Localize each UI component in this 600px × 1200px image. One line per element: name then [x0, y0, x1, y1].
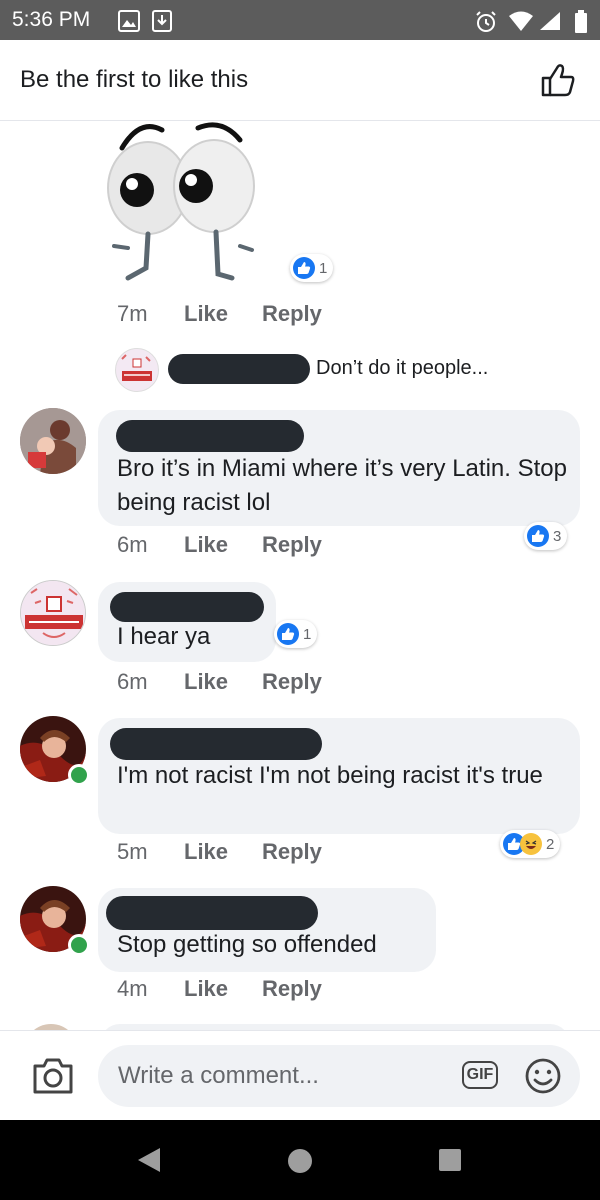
googly-eyes-sticker	[107, 122, 255, 281]
like-button[interactable]: Like	[184, 839, 228, 865]
page-title: Be the first to like this	[20, 66, 249, 93]
redacted-name	[106, 896, 318, 930]
reply-preview-text[interactable]: Don’t do it people...	[316, 357, 488, 380]
comment-time: 4m	[117, 976, 148, 1001]
reaction-badge[interactable]: 1	[290, 254, 334, 282]
reply-button[interactable]: Reply	[262, 976, 322, 1002]
reply-button[interactable]: Reply	[262, 301, 322, 327]
comment-time: 7m	[117, 301, 148, 326]
comment-placeholder: Write a comment...	[118, 1062, 319, 1089]
home-icon[interactable]	[287, 1148, 313, 1174]
battery-icon	[575, 10, 587, 33]
avatar[interactable]	[20, 408, 86, 474]
wifi-icon	[509, 11, 533, 31]
comment-time: 6m	[117, 532, 148, 557]
image-icon	[118, 10, 140, 32]
reaction-count: 1	[303, 625, 312, 643]
comment-text: I hear ya	[117, 623, 211, 650]
thumbs-up-icon[interactable]	[540, 62, 576, 98]
status-bar: 5:36 PM	[0, 0, 600, 40]
like-button[interactable]: Like	[184, 669, 228, 695]
redacted-name	[110, 728, 322, 760]
reply-button[interactable]: Reply	[262, 532, 322, 558]
reaction-badge[interactable]: 1	[274, 620, 318, 648]
reaction-count: 3	[553, 527, 562, 545]
reply-button[interactable]: Reply	[262, 669, 322, 695]
gif-label: GIF	[466, 1066, 494, 1083]
alarm-icon	[476, 11, 496, 32]
recents-icon[interactable]	[438, 1148, 462, 1172]
comment-time: 5m	[117, 839, 148, 864]
camera-icon[interactable]	[32, 1057, 74, 1095]
reaction-badge[interactable]: 2	[500, 830, 561, 858]
status-time: 5:36 PM	[12, 8, 91, 31]
comment-composer: Write a comment... GIF	[0, 1030, 600, 1120]
comment-input[interactable]: Write a comment... GIF	[98, 1045, 580, 1107]
gif-icon[interactable]: GIF	[462, 1061, 498, 1089]
sheet-header: Be the first to like this	[0, 40, 600, 121]
like-button[interactable]: Like	[184, 976, 228, 1002]
comment-text: Stop getting so offended	[117, 931, 377, 958]
like-button[interactable]: Like	[184, 532, 228, 558]
back-icon[interactable]	[136, 1146, 162, 1174]
redacted-name	[168, 354, 310, 384]
like-reaction-icon	[527, 525, 549, 547]
download-icon	[152, 10, 172, 32]
comment-text: Bro it’s in Miami where it’s very Latin.…	[117, 455, 567, 516]
emoji-icon[interactable]	[524, 1057, 562, 1095]
comment-time: 6m	[117, 669, 148, 694]
reactions-sheet: Be the first to like this 1 7m Like Repl…	[0, 40, 600, 1120]
like-button[interactable]: Like	[184, 301, 228, 327]
navigation-bar	[0, 1120, 600, 1200]
comment-text: I'm not racist I'm not being racist it's…	[117, 762, 543, 789]
reaction-count: 1	[319, 259, 328, 277]
avatar[interactable]	[20, 580, 86, 646]
haha-reaction-icon	[520, 833, 542, 855]
reaction-count: 2	[546, 835, 555, 853]
reply-button[interactable]: Reply	[262, 839, 322, 865]
avatar[interactable]	[115, 348, 159, 392]
redacted-name	[116, 420, 304, 452]
online-indicator	[68, 764, 90, 786]
like-reaction-icon	[293, 257, 315, 279]
signal-icon	[540, 12, 560, 30]
redacted-name	[110, 592, 264, 622]
like-reaction-icon	[277, 623, 299, 645]
online-indicator	[68, 934, 90, 956]
reaction-badge[interactable]: 3	[524, 522, 568, 550]
